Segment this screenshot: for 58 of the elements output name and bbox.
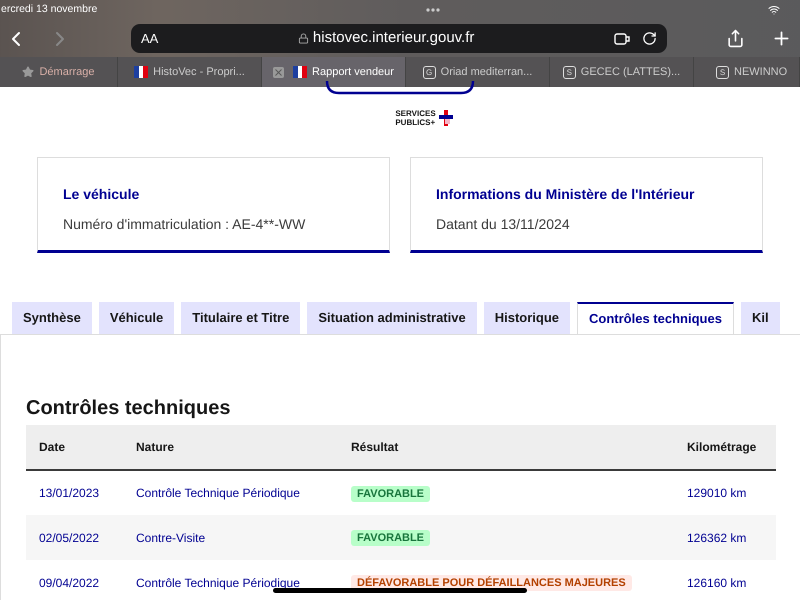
browser-tab[interactable]: G Oriad mediterran... [406,57,550,87]
reload-button[interactable] [642,31,657,46]
star-icon [22,66,34,78]
browser-tab[interactable]: HistoVec - Propri... [118,57,262,87]
table-cell: 13/01/2023 [26,470,136,515]
tab-title: NEWINNO [734,64,788,80]
table-cell: 126160 km [687,560,776,600]
section-tab[interactable]: Véhicule [98,302,174,334]
url-text: histovec.interieur.gouv.fr [312,28,474,48]
tab-title: Oriad mediterran... [440,64,532,80]
letter-icon: S [562,66,576,78]
section-tab[interactable]: Historique [484,302,570,334]
browser-tab[interactable]: S NEWINNO [694,57,800,87]
status-date: ercredi 13 novembre [1,2,98,18]
section-tab[interactable]: Kil [740,302,780,334]
text-size-button[interactable]: AA [141,28,158,48]
lock-icon [298,33,309,44]
section-tab[interactable]: Situation administrative [307,302,477,334]
letter-icon: G [422,66,436,78]
column-header: Nature [136,425,351,470]
letter-icon: S [716,66,729,78]
address-bar[interactable]: AA histovec.interieur.gouv.fr [131,24,667,53]
tab-title: Rapport vendeur [312,64,394,80]
more-icon [426,8,440,12]
table-cell: 126362 km [687,515,776,560]
result-badge: FAVORABLE [351,530,430,546]
column-header: Date [26,425,136,470]
share-button[interactable] [726,29,745,48]
table-cell: 09/04/2022 [26,560,136,600]
tab-title: HistoVec - Propri... [153,64,245,80]
logo-text: SERVICES [395,109,436,118]
card-text: Numéro d'immatriculation : AE-4**-WW [63,215,306,234]
flag-icon [134,66,148,78]
section-tab[interactable]: Titulaire et Titre [181,302,300,334]
table-cell: Contre-Visite [136,515,351,560]
table-cell: 129010 km [687,470,776,515]
section-title: Contrôles techniques [26,396,232,421]
section-tab[interactable]: Synthèse [12,302,92,334]
column-header: Kilométrage [687,425,776,470]
section-tab[interactable]: Contrôles techniques [577,302,734,334]
browser-tab[interactable]: Démarrage [0,57,118,87]
close-tab-icon[interactable] [273,66,284,78]
browser-tab[interactable]: S GECEC (LATTES)... [550,57,694,87]
table-cell: Contrôle Technique Périodique [136,560,351,600]
flag-icon [293,66,308,78]
tab-title: GECEC (LATTES)... [580,64,680,80]
tab-title: Démarrage [39,64,95,80]
table-cell: 02/05/2022 [26,515,136,560]
card-title: Informations du Ministère de l'Intérieur [436,185,696,204]
table-cell: Contrôle Technique Périodique [136,470,351,515]
browser-tab[interactable]: Rapport vendeur [262,57,406,87]
card-text: Datant du 13/11/2024 [436,215,571,234]
logo-text: PUBLICS+ [395,118,436,127]
column-header: Résultat [351,425,687,470]
extension-icon[interactable] [614,32,630,46]
card-title: Le véhicule [63,185,140,204]
cross-logo-icon [438,110,453,126]
result-badge: FAVORABLE [351,486,430,502]
